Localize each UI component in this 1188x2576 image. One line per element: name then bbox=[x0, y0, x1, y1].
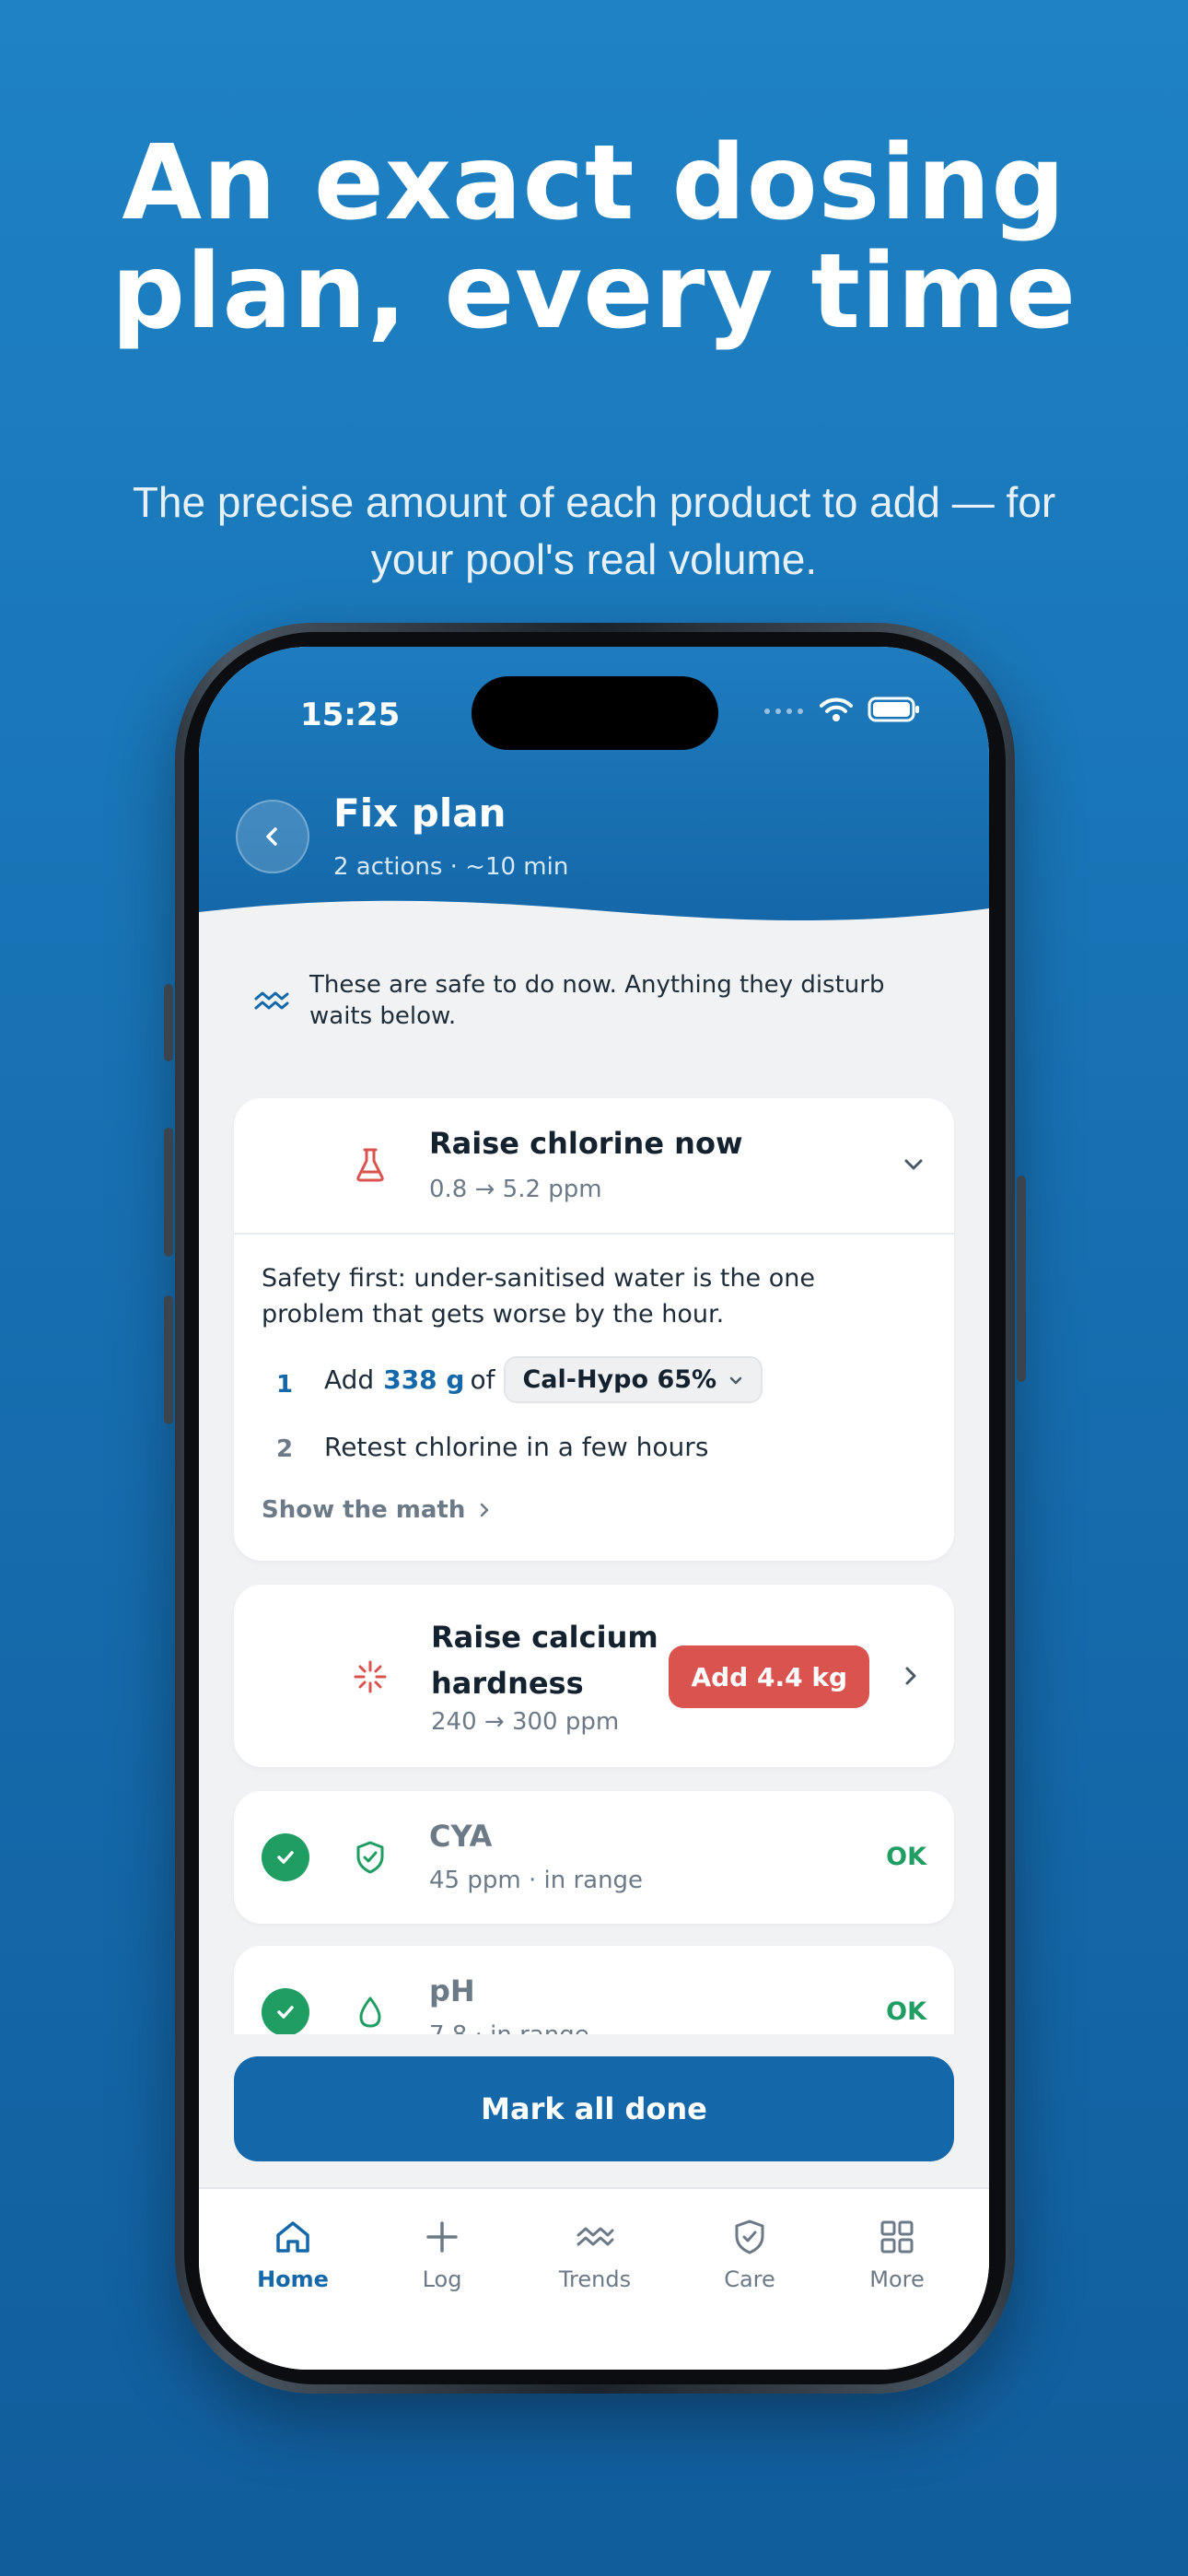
cya-status-card[interactable]: CYA 45 ppm · in range OK bbox=[234, 1791, 954, 1924]
tab-trends[interactable]: Trends bbox=[530, 2217, 659, 2292]
home-icon bbox=[276, 2221, 309, 2253]
phone-volume-up-button bbox=[164, 1128, 173, 1257]
drop-icon bbox=[359, 1996, 381, 2028]
ph-ok-label: OK bbox=[886, 1997, 926, 2026]
chlorine-action-card: Raise chlorine now 0.8 → 5.2 ppm Safety … bbox=[234, 1098, 954, 1561]
phone-power-button bbox=[1017, 1176, 1026, 1382]
battery-icon bbox=[868, 697, 919, 722]
chlorine-card-title: Raise chlorine now bbox=[429, 1126, 743, 1161]
show-math-label: Show the math bbox=[262, 1496, 466, 1524]
status-time: 15:25 bbox=[300, 697, 401, 733]
product-selector[interactable]: Cal-Hypo 65% bbox=[504, 1356, 763, 1403]
chevron-right-icon bbox=[481, 1503, 489, 1517]
wifi-icon bbox=[820, 697, 853, 721]
shield-icon bbox=[735, 2219, 764, 2254]
retest-step: Retest chlorine in a few hours bbox=[324, 1432, 709, 1462]
tab-log-label: Log bbox=[422, 2266, 462, 2292]
plus-icon bbox=[426, 2221, 458, 2253]
headline-line-2: plan, every time bbox=[111, 232, 1077, 352]
product-name: Cal-Hypo 65% bbox=[522, 1365, 717, 1394]
check-icon bbox=[262, 1833, 309, 1881]
tab-more-label: More bbox=[869, 2266, 925, 2292]
tab-home[interactable]: Home bbox=[228, 2217, 357, 2292]
show-math-link[interactable]: Show the math bbox=[262, 1496, 493, 1524]
ph-name: pH bbox=[429, 1973, 475, 2008]
tab-bar: Home Log Trends Care More bbox=[199, 2187, 989, 2370]
card-divider bbox=[234, 1233, 954, 1235]
dosing-step: Add 338 g of Cal-Hypo 65% bbox=[324, 1356, 763, 1403]
marketing-headline: An exact dosing plan, every time bbox=[0, 129, 1188, 346]
page-subtitle: 2 actions · ~10 min bbox=[333, 853, 569, 881]
collapse-toggle[interactable] bbox=[893, 1144, 934, 1185]
status-bar: 15:25 bbox=[199, 647, 989, 767]
step-of: of bbox=[470, 1364, 495, 1395]
flask-icon bbox=[356, 1148, 384, 1182]
dose-badge: Add 4.4 kg bbox=[669, 1645, 869, 1708]
grid-icon bbox=[880, 2220, 914, 2254]
tab-care-label: Care bbox=[724, 2266, 775, 2292]
safety-note: These are safe to do now. Anything they … bbox=[234, 969, 954, 1032]
shield-icon bbox=[356, 1841, 384, 1874]
chlorine-explanation: Safety first: under-sanitised water is t… bbox=[262, 1264, 815, 1329]
mark-all-done-button[interactable]: Mark all done bbox=[234, 2056, 954, 2161]
step-prefix: Add bbox=[324, 1364, 375, 1395]
calcium-card-reading: 240 → 300 ppm bbox=[431, 1708, 620, 1736]
tab-log[interactable]: Log bbox=[378, 2217, 507, 2292]
sparkle-icon bbox=[354, 1660, 387, 1693]
step-number: 1 bbox=[276, 1371, 294, 1399]
chevron-down-icon bbox=[904, 1159, 923, 1170]
step-number: 2 bbox=[276, 1435, 294, 1463]
phone-volume-down-button bbox=[164, 1295, 173, 1424]
status-icons bbox=[763, 697, 921, 722]
cya-detail: 45 ppm · in range bbox=[429, 1867, 644, 1894]
calcium-action-card[interactable]: Raise calcium hardness 240 → 300 ppm Add… bbox=[234, 1585, 954, 1767]
phone-action-button bbox=[164, 984, 173, 1061]
headline-line-1: An exact dosing bbox=[122, 123, 1066, 243]
safety-note-text: These are safe to do now. Anything they … bbox=[309, 971, 885, 1030]
chevron-left-icon bbox=[266, 827, 277, 846]
waves-icon bbox=[254, 991, 289, 1010]
tab-trends-label: Trends bbox=[558, 2266, 632, 2292]
chlorine-card-reading: 0.8 → 5.2 ppm bbox=[429, 1176, 602, 1203]
calcium-title-line-1: Raise calcium bbox=[431, 1620, 658, 1655]
calcium-card-title: Raise calcium hardness bbox=[431, 1614, 658, 1706]
cya-ok-label: OK bbox=[886, 1843, 926, 1871]
page-title: Fix plan bbox=[333, 790, 507, 836]
phone-screen: 15:25 Fix plan 2 actions · ~10 min These… bbox=[199, 647, 989, 2370]
tab-care[interactable]: Care bbox=[685, 2217, 814, 2292]
chevron-right-icon bbox=[905, 1667, 916, 1685]
marketing-subline: The precise amount of each product to ad… bbox=[132, 478, 1056, 583]
tab-more[interactable]: More bbox=[833, 2217, 961, 2292]
cya-name: CYA bbox=[429, 1819, 493, 1854]
signal-icon bbox=[764, 708, 803, 714]
waves-icon bbox=[577, 2227, 614, 2246]
chevron-down-icon bbox=[729, 1376, 742, 1384]
back-button[interactable] bbox=[236, 800, 309, 873]
calcium-title-line-2: hardness bbox=[431, 1666, 584, 1701]
tab-home-label: Home bbox=[257, 2266, 329, 2292]
header-wave bbox=[199, 900, 989, 951]
dynamic-island bbox=[472, 676, 718, 750]
check-icon bbox=[262, 1988, 309, 2036]
dose-amount: 338 g bbox=[383, 1364, 465, 1395]
